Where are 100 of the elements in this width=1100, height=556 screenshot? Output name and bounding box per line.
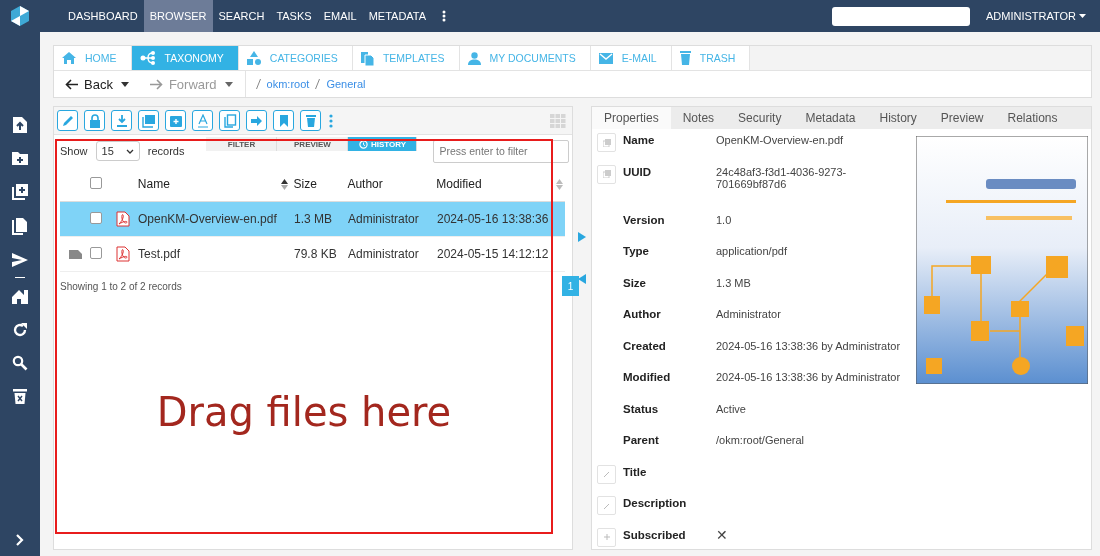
table-cell-text: 2024-05-15 14:12:12	[437, 247, 550, 261]
nav-tab[interactable]: SEARCH	[212, 0, 271, 32]
nav-tab[interactable]: TASKS	[270, 0, 318, 32]
more-icon[interactable]	[442, 10, 447, 22]
nav-tab[interactable]: BROWSER	[143, 0, 213, 32]
table-cell-text: Administrator	[348, 247, 420, 261]
refresh-icon[interactable]	[12, 322, 28, 338]
row-checkbox[interactable]	[90, 211, 102, 224]
field-label: Size	[623, 276, 647, 289]
properties-tab[interactable]: Relations	[995, 107, 1070, 129]
user-icon	[467, 51, 481, 65]
field-label: Title	[623, 465, 648, 478]
field-value: Active	[716, 402, 747, 415]
field-value: application/pdf	[716, 245, 788, 257]
file-row[interactable]: OpenKM-Overview-en.pdf 1.3 MB Administrator 2024-05-16 13:38:36	[60, 202, 565, 237]
field-value: 1.3 MB	[716, 276, 752, 289]
user-menu[interactable]: ADMINISTRATOR	[985, 10, 1086, 22]
field-label: Author	[623, 308, 662, 320]
field-value: /okm:root/General	[716, 434, 806, 446]
download-icon[interactable]	[111, 110, 132, 131]
field-label: Description	[623, 497, 688, 509]
pdf-file-icon	[116, 211, 130, 227]
expand-right-icon[interactable]	[578, 232, 586, 242]
lock-icon[interactable]	[84, 110, 105, 131]
nav-tab[interactable]: METADATA	[362, 0, 433, 32]
breadcrumb-separator-icon	[255, 79, 261, 89]
file-row[interactable]: Test.pdf 79.8 KB Administrator 2024-05-15 14:12:12	[60, 237, 565, 272]
row-checkbox[interactable]	[90, 246, 102, 259]
pencil-icon[interactable]	[57, 110, 78, 131]
trash-icon	[679, 51, 691, 65]
home-icon[interactable]	[11, 289, 29, 305]
field-label: Type	[623, 245, 650, 257]
back-button[interactable]: Back	[54, 76, 121, 92]
field-label: Name	[623, 134, 656, 146]
nav-tab[interactable]: EMAIL	[317, 0, 363, 32]
column-header[interactable]: Author	[347, 177, 437, 191]
breadcrumb-link[interactable]: General	[326, 78, 366, 90]
field-value: OpenKM-Overview-en.pdf	[716, 134, 845, 146]
table-cell-text: 1.3 MB	[293, 212, 333, 226]
properties-tab[interactable]: Properties	[592, 107, 671, 129]
caret-icon	[1079, 14, 1086, 18]
properties-tab[interactable]: Notes	[670, 107, 727, 129]
nav-tab[interactable]: DASHBOARD	[62, 0, 144, 32]
records-summary: Showing 1 to 2 of 2 records	[60, 280, 182, 292]
logo-icon	[9, 5, 31, 27]
arrow-right-icon	[149, 78, 163, 90]
column-header[interactable]: Size	[287, 177, 348, 191]
table-cell-text: Administrator	[348, 212, 420, 226]
properties-tab[interactable]: Security	[726, 107, 794, 129]
field-label: Modified	[623, 371, 672, 383]
upload-file-icon[interactable]	[12, 116, 28, 134]
caret-icon[interactable]	[120, 81, 129, 87]
field-label: UUID	[623, 165, 653, 178]
properties-tab[interactable]: Preview	[928, 107, 996, 129]
search-icon[interactable]	[12, 355, 28, 371]
field-value: ✕	[716, 528, 729, 541]
plus-icon	[602, 533, 611, 541]
bookmark-icon[interactable]	[273, 110, 294, 131]
select-all-checkbox[interactable]	[89, 176, 102, 189]
breadcrumb-link[interactable]: okm:root	[266, 78, 310, 90]
field-label: Created	[623, 339, 667, 352]
branch-icon	[139, 51, 156, 65]
archive-icon[interactable]	[165, 110, 186, 131]
page-size-select[interactable]: 15	[95, 141, 140, 161]
properties-tab[interactable]: History	[867, 107, 929, 129]
text-icon[interactable]	[192, 110, 213, 131]
caret-icon[interactable]	[224, 81, 233, 87]
records-label: records	[147, 145, 185, 157]
expand-icon[interactable]	[16, 534, 24, 546]
field-value: 24c48af3-f3d1-4036-9273-701669bf87d6	[716, 165, 848, 190]
copy-icon[interactable]	[12, 217, 28, 235]
table-cell-text: 79.8 KB	[293, 247, 338, 261]
chevron-down-icon	[125, 148, 134, 154]
search-field[interactable]	[831, 6, 970, 26]
shapes-icon	[246, 51, 261, 65]
field-value: 1.0	[716, 213, 733, 226]
documents-icon	[360, 50, 374, 66]
send-icon[interactable]	[11, 252, 29, 268]
table-cell-text: OpenKM-Overview-en.pdf	[137, 212, 278, 226]
home-icon	[62, 52, 76, 64]
pencil-icon	[602, 470, 611, 478]
properties-tab[interactable]: Metadata	[793, 107, 868, 129]
sort-icon[interactable]	[280, 178, 288, 190]
column-header[interactable]: Name	[137, 177, 170, 191]
copy-button[interactable]	[597, 133, 616, 152]
field-label: Status	[623, 402, 660, 415]
pdf-file-icon	[116, 246, 130, 262]
add-icon[interactable]	[11, 183, 29, 200]
new-folder-icon[interactable]	[11, 151, 29, 166]
table-cell-text: 2024-05-16 13:38:36	[437, 212, 550, 226]
trash-icon[interactable]	[13, 388, 27, 405]
drop-zone-text: Drag files here	[156, 388, 452, 435]
filter-field[interactable]: Press enter to filter	[433, 139, 570, 163]
copy-button[interactable]	[597, 164, 616, 184]
field-value: 2024-05-16 13:38:36 by Administrator	[716, 339, 902, 352]
table-cell-text: Test.pdf	[137, 247, 182, 261]
field-label: Parent	[623, 434, 660, 446]
mail-icon	[598, 52, 613, 64]
copy-icon	[602, 138, 611, 147]
arrow-left-icon	[65, 78, 78, 90]
